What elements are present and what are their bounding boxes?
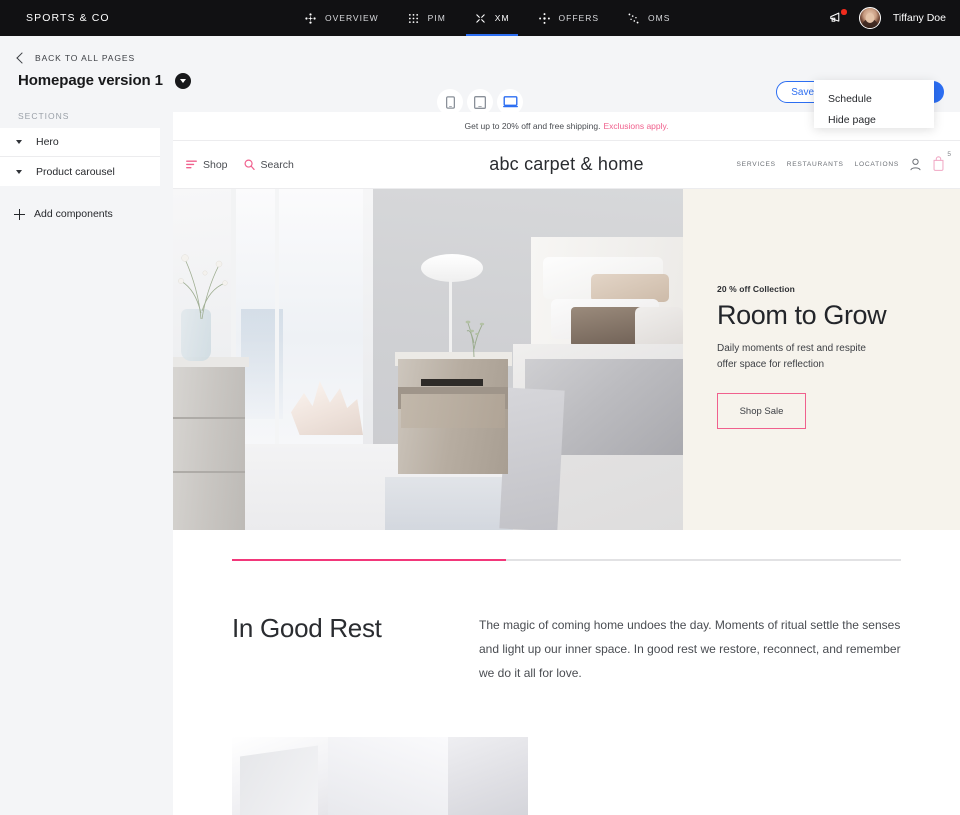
- site-nav-restaurants[interactable]: RESTAURANTS: [787, 161, 844, 168]
- publish-dropdown-menu: Schedule Hide page: [814, 80, 934, 128]
- username-label: Tiffany Doe: [892, 12, 946, 24]
- site-header-right: SERVICES RESTAURANTS LOCATIONS 5: [737, 151, 951, 174]
- hero-img-pillow: [591, 274, 669, 302]
- cart-count-badge: 5: [947, 150, 951, 158]
- back-link-label: BACK TO ALL PAGES: [35, 53, 136, 63]
- page-title-row: Homepage version 1: [18, 72, 191, 89]
- oms-icon: [628, 13, 639, 23]
- mobile-icon: [445, 95, 455, 109]
- hero-eyebrow: 20 % off Collection: [717, 284, 795, 294]
- hero-img-nightstand-drawer: [401, 394, 505, 428]
- hero-subtitle: Daily moments of rest and respite offer …: [717, 341, 960, 372]
- xm-icon: [476, 13, 485, 23]
- grid-icon: [408, 13, 418, 23]
- notification-badge: [841, 9, 847, 15]
- story-section: In Good Rest The magic of coming home un…: [173, 561, 960, 685]
- chevron-down-icon: [16, 169, 22, 174]
- announcements-button[interactable]: [827, 8, 847, 28]
- story-title: In Good Rest: [232, 613, 382, 643]
- site-nav-services[interactable]: SERVICES: [737, 161, 776, 168]
- hero-img-lamp-shade: [421, 254, 483, 282]
- carousel-progress-fill[interactable]: [232, 559, 507, 561]
- top-navigation-bar: SPORTS & CO OVERVIEW PIM XM OFFERS OMS T…: [0, 0, 960, 36]
- site-header: Shop Search abc carpet & home SERVICES R…: [173, 141, 960, 189]
- main-nav-tabs: OVERVIEW PIM XM OFFERS OMS: [290, 0, 684, 36]
- add-components-button[interactable]: Add components: [14, 208, 113, 220]
- xm-page-editor: SPORTS & CO OVERVIEW PIM XM OFFERS OMS T…: [0, 0, 960, 815]
- hero-img-flowers: [178, 254, 228, 319]
- user-icon[interactable]: [910, 158, 921, 171]
- page-title: Homepage version 1: [18, 72, 163, 89]
- hero-img-pillow: [635, 307, 683, 349]
- chevron-down-icon: [16, 140, 22, 144]
- nav-tab-overview[interactable]: OVERVIEW: [290, 0, 393, 36]
- nav-tab-label: PIM: [427, 13, 446, 23]
- chevron-left-icon: [16, 52, 28, 64]
- overview-icon: [305, 12, 316, 24]
- chevron-down-icon: [179, 79, 186, 83]
- hero-cta-button[interactable]: Shop Sale: [717, 393, 806, 429]
- page-options-dropdown-button[interactable]: [174, 72, 191, 89]
- user-avatar[interactable]: [858, 7, 881, 29]
- hero-subtitle-line-2: offer space for reflection: [717, 358, 825, 370]
- nav-tab-label: OMS: [648, 13, 671, 23]
- add-components-label: Add components: [34, 208, 113, 220]
- page-preview-canvas: Get up to 20% off and free shipping. Exc…: [173, 112, 960, 815]
- menu-item-hide-page[interactable]: Hide page: [814, 109, 934, 130]
- app-brand-logo: SPORTS & CO: [26, 12, 110, 24]
- hero-title: Room to Grow: [717, 300, 887, 330]
- sections-heading: SECTIONS: [18, 111, 70, 121]
- plus-icon: [14, 208, 25, 220]
- site-nav-locations[interactable]: LOCATIONS: [855, 161, 899, 168]
- cart-button[interactable]: 5: [932, 151, 951, 174]
- story-body: The magic of coming home undoes the day.…: [479, 618, 901, 680]
- section-label: Product carousel: [36, 165, 115, 178]
- top-nav-user-area: Tiffany Doe: [827, 0, 946, 36]
- hero-img-dresser-line: [173, 471, 245, 473]
- sections-list: Hero Product carousel: [0, 128, 160, 186]
- hero-img-window-frame: [275, 189, 279, 459]
- hero-img-book: [421, 379, 483, 386]
- hero-img-dresser: [173, 359, 245, 530]
- promo-exclusions-link[interactable]: Exclusions apply.: [603, 121, 668, 131]
- hero-img-pillow: [571, 307, 643, 347]
- nav-tab-xm[interactable]: XM: [460, 0, 524, 36]
- sidebar-item-product-carousel[interactable]: Product carousel: [0, 157, 160, 186]
- promo-text: Get up to 20% off and free shipping.: [464, 121, 601, 131]
- offers-icon: [538, 12, 550, 24]
- sidebar-item-hero[interactable]: Hero: [0, 128, 160, 157]
- nav-tab-oms[interactable]: OMS: [613, 0, 684, 36]
- hero-section: 20 % off Collection Room to Grow Daily m…: [173, 189, 960, 530]
- section-label: Hero: [36, 136, 59, 148]
- nav-tab-offers[interactable]: OFFERS: [524, 0, 613, 36]
- hero-img-lamp-stem: [449, 279, 452, 357]
- hero-content-panel: 20 % off Collection Room to Grow Daily m…: [683, 189, 960, 530]
- hero-img-dresser-line: [173, 417, 245, 419]
- nav-tab-pim[interactable]: PIM: [393, 0, 460, 36]
- bag-icon: [933, 155, 944, 171]
- story-image: [232, 737, 528, 815]
- hero-subtitle-line-1: Daily moments of rest and respite: [717, 343, 866, 354]
- sections-sidebar: SECTIONS Hero Product carousel Add compo…: [0, 104, 173, 815]
- nav-tab-label: XM: [494, 13, 510, 23]
- carousel-progress-track: [232, 559, 901, 561]
- desktop-icon: [502, 96, 518, 108]
- nav-tab-label: OFFERS: [558, 13, 600, 23]
- hero-img-plant: [465, 320, 485, 357]
- hero-image: [173, 189, 683, 530]
- hero-img-draped-blanket: [499, 387, 565, 530]
- menu-item-schedule[interactable]: Schedule: [814, 88, 934, 109]
- back-to-all-pages-link[interactable]: BACK TO ALL PAGES: [16, 52, 136, 64]
- nav-tab-label: OVERVIEW: [325, 13, 379, 23]
- tablet-icon: [474, 95, 486, 109]
